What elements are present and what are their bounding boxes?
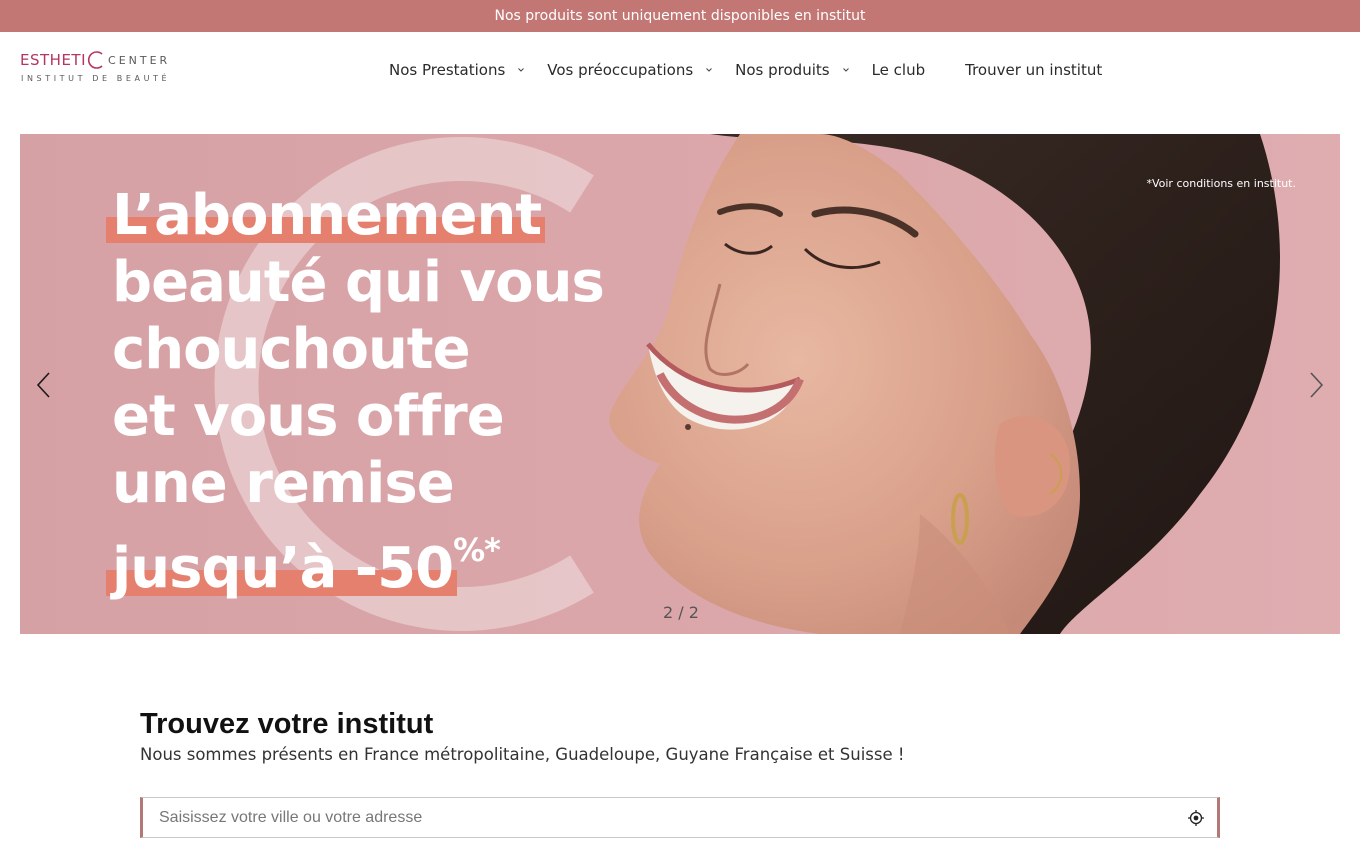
institute-finder: Trouvez votre institut Nous sommes prése…	[140, 708, 1220, 838]
logo[interactable]: ESTHETI CENTER INSTITUT DE BEAUTÉ	[20, 48, 180, 88]
finder-title: Trouvez votre institut	[140, 708, 434, 740]
logo-tagline: INSTITUT DE BEAUTÉ	[21, 74, 171, 83]
chevron-right-icon[interactable]	[1306, 370, 1326, 400]
chevron-down-icon	[842, 68, 849, 72]
finder-subtitle: Nous sommes présents en France métropoli…	[140, 745, 905, 764]
logo-wordmark: ESTHETI CENTER	[20, 51, 171, 69]
announcement-text: Nos produits sont uniquement disponibles…	[494, 8, 866, 24]
nav-item-preoccupations[interactable]: Vos préoccupations	[547, 61, 735, 79]
hero-carousel[interactable]: L’abonnement beauté qui vous chouchoute …	[20, 134, 1340, 634]
headline-discount-sup: %*	[453, 531, 501, 569]
headline-line-1: L’abonnement	[112, 183, 542, 248]
headline-line-5: une remise	[112, 451, 455, 516]
main-nav: Nos Prestations Vos préoccupations Nos p…	[389, 58, 1102, 82]
geolocate-icon[interactable]	[1187, 809, 1205, 827]
nav-item-prestations[interactable]: Nos Prestations	[389, 61, 547, 79]
headline-line-3: chouchoute	[112, 317, 471, 382]
conditions-note: *Voir conditions en institut.	[1146, 177, 1296, 190]
nav-item-produits[interactable]: Nos produits	[735, 61, 871, 79]
site-header: ESTHETI CENTER INSTITUT DE BEAUTÉ Nos Pr…	[0, 32, 1360, 122]
chevron-down-icon	[706, 68, 713, 72]
search-box	[140, 797, 1220, 838]
chevron-left-icon[interactable]	[34, 370, 54, 400]
nav-item-club[interactable]: Le club	[872, 61, 926, 79]
headline-line-6: jusqu’à -50	[112, 536, 454, 601]
nav-item-trouver-institut[interactable]: Trouver un institut	[965, 61, 1102, 79]
address-search-input[interactable]	[143, 798, 1187, 837]
announcement-bar: Nos produits sont uniquement disponibles…	[0, 0, 1360, 32]
chevron-down-icon	[518, 68, 525, 72]
headline-line-4: et vous offre	[112, 384, 505, 449]
headline-line-2: beauté qui vous	[112, 250, 605, 315]
logo-c-mark	[87, 51, 103, 69]
hero-headline: L’abonnement beauté qui vous chouchoute …	[105, 182, 605, 602]
carousel-counter: 2 / 2	[663, 603, 699, 622]
